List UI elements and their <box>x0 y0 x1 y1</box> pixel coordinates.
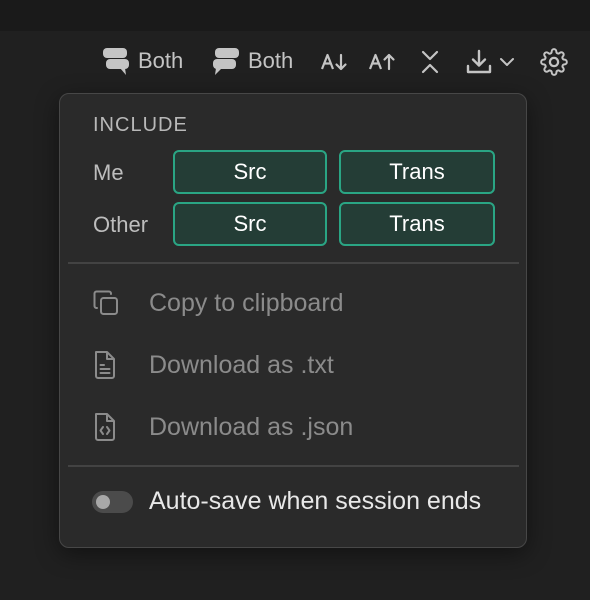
toolbar: Both Both <box>0 31 590 91</box>
download-json-label: Download as .json <box>149 412 354 441</box>
speech-bubbles-icon <box>102 46 130 76</box>
other-src-toggle[interactable]: Src <box>173 202 327 246</box>
sort-descending-icon <box>320 51 348 73</box>
speech-bubbles-reversed-icon <box>212 46 240 76</box>
sort-ascending-button[interactable] <box>368 51 396 73</box>
export-popover: INCLUDE Me Src Trans Other Src Trans Cop… <box>59 93 527 548</box>
speaker-other-filter-button[interactable]: Both <box>212 46 293 76</box>
collapse-button[interactable] <box>419 49 441 75</box>
file-text-icon <box>92 350 132 380</box>
other-trans-toggle[interactable]: Trans <box>339 202 495 246</box>
copy-icon <box>92 289 132 317</box>
copy-to-clipboard-label: Copy to clipboard <box>149 288 344 317</box>
collapse-icon <box>419 49 441 75</box>
speaker-me-label: Both <box>138 48 184 73</box>
download-menu-button[interactable] <box>465 48 515 76</box>
download-icon <box>465 48 493 76</box>
download-json-item[interactable]: Download as .json <box>80 401 506 453</box>
speaker-me-filter-button[interactable]: Both <box>102 46 183 76</box>
settings-button[interactable] <box>540 48 568 76</box>
chevron-down-icon <box>499 57 515 67</box>
me-trans-toggle[interactable]: Trans <box>339 150 495 194</box>
autosave-toggle[interactable] <box>92 490 133 513</box>
top-strip <box>0 0 590 31</box>
autosave-label: Auto-save when session ends <box>149 487 482 515</box>
download-txt-item[interactable]: Download as .txt <box>80 339 506 391</box>
include-section-title: INCLUDE <box>93 114 188 136</box>
me-src-toggle[interactable]: Src <box>173 150 327 194</box>
divider <box>68 262 519 264</box>
copy-to-clipboard-item[interactable]: Copy to clipboard <box>80 277 506 329</box>
row-label-me: Me <box>93 160 124 185</box>
toggle-knob <box>96 494 110 509</box>
autosave-row: Auto-save when session ends <box>92 487 481 516</box>
sort-descending-button[interactable] <box>320 51 348 73</box>
sort-ascending-icon <box>368 51 396 73</box>
download-txt-label: Download as .txt <box>149 350 334 379</box>
gear-icon <box>540 48 568 76</box>
speaker-other-label: Both <box>248 48 294 73</box>
file-code-icon <box>92 412 132 442</box>
row-label-other: Other <box>93 212 149 237</box>
divider <box>68 465 519 467</box>
